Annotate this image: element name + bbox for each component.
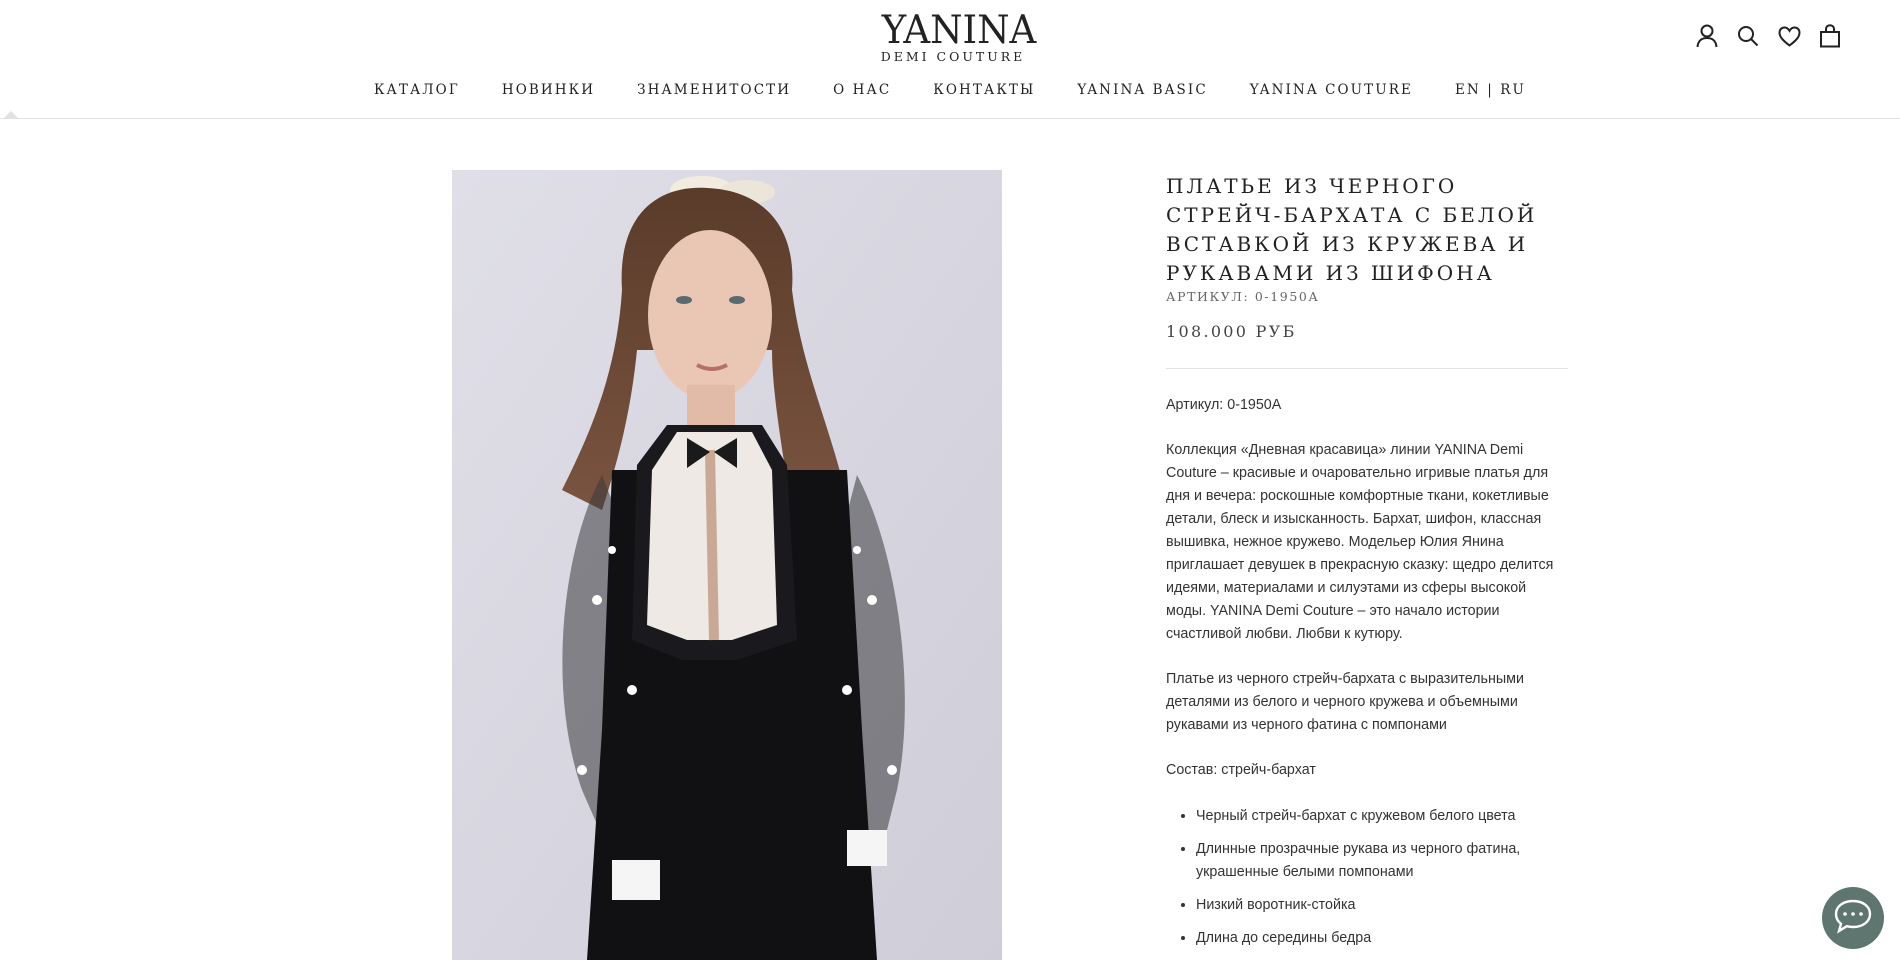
product-description: Артикул: 0-1950А Коллекция «Дневная крас… [1166,394,1568,950]
divider [1166,368,1568,369]
cart-bag-icon[interactable] [1818,22,1842,50]
features-list: Черный стрейч-бархат с кружевом белого ц… [1166,805,1568,950]
product-image[interactable] [452,170,1002,960]
product-price: 108.000 РУБ [1166,322,1297,341]
site-header: YANINA DEMI COUTURE КАТАЛОГ НОВИНКИ ЗНАМ… [0,0,1900,119]
product-info: ПЛАТЬЕ ИЗ ЧЕРНОГО СТРЕЙЧ-БАРХАТА С БЕЛОЙ… [1166,172,1568,960]
header-icons [1695,22,1842,50]
nav-caret [4,111,18,118]
language-switcher[interactable]: EN | RU [1455,82,1526,98]
nav-item-catalog[interactable]: КАТАЛОГ [374,82,460,98]
list-item: Черный стрейч-бархат с кружевом белого ц… [1196,805,1568,828]
nav-item-celebrities[interactable]: ЗНАМЕНИТОСТИ [637,82,791,98]
nav-item-yanina-basic[interactable]: YANINA BASIC [1077,82,1207,98]
composition-text: Состав: стрейч-бархат [1166,762,1316,778]
list-item: Низкий воротник-стойка [1196,894,1568,917]
list-item: Длинные прозрачные рукава из черного фат… [1196,838,1568,884]
account-icon[interactable] [1695,22,1719,50]
chat-bubble-icon [1833,898,1873,938]
chat-button[interactable] [1822,887,1884,949]
nav-item-about[interactable]: О НАС [833,82,891,98]
nav-item-contacts[interactable]: КОНТАКТЫ [933,82,1035,98]
product-sku: АРТИКУЛ: 0-1950А [1166,289,1320,304]
main-nav: КАТАЛОГ НОВИНКИ ЗНАМЕНИТОСТИ О НАС КОНТА… [0,82,1900,98]
wishlist-heart-icon[interactable] [1777,22,1801,50]
list-item: Длина до середины бедра [1196,927,1568,950]
collection-text: Коллекция «Дневная красавица» линии YANI… [1166,442,1554,642]
nav-item-yanina-couture[interactable]: YANINA COUTURE [1250,82,1413,98]
nav-item-new[interactable]: НОВИНКИ [502,82,595,98]
article-text: Артикул: 0-1950А [1166,397,1282,413]
brand-logo[interactable]: YANINA DEMI COUTURE [878,8,1037,63]
dress-text: Платье из черного стрейч-бархата с выраз… [1166,671,1524,733]
product-title: ПЛАТЬЕ ИЗ ЧЕРНОГО СТРЕЙЧ-БАРХАТА С БЕЛОЙ… [1166,174,1538,285]
search-icon[interactable] [1736,22,1760,50]
logo-main-text: YANINA [881,8,1037,53]
